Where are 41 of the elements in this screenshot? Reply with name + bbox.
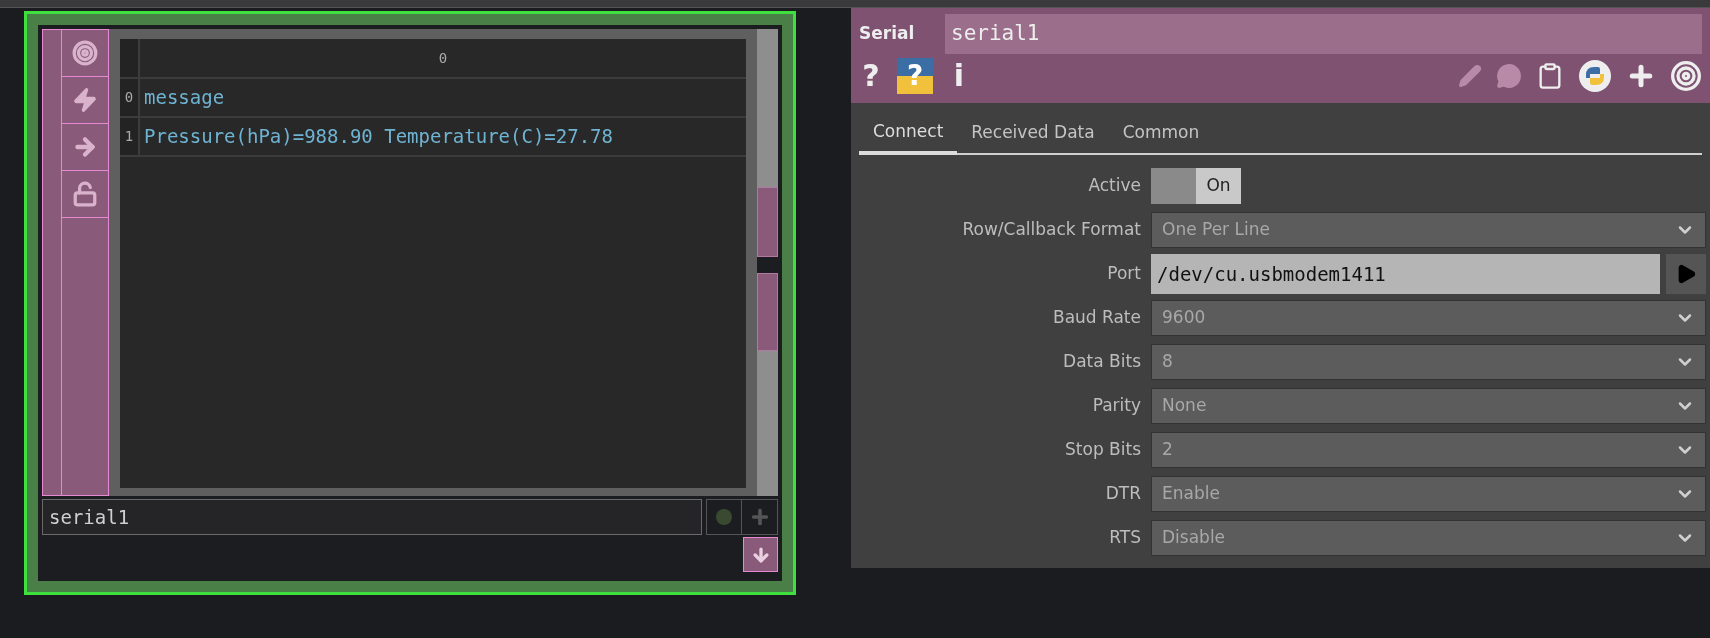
parameter-label: Active xyxy=(1087,174,1142,198)
dropdown-menu[interactable]: None xyxy=(1151,388,1706,424)
open-lock-icon[interactable] xyxy=(72,181,98,207)
parameter-label: Port xyxy=(1106,262,1142,286)
pencil-icon[interactable] xyxy=(1458,64,1482,88)
operator-node[interactable]: 0 0 message 1 Pressure(hPa)=988.90 Temperature(C)=27.78 serial1 xyxy=(24,11,796,595)
parameter-label: Row/Callback Format xyxy=(961,218,1142,242)
down-arrow-button[interactable] xyxy=(743,537,778,572)
dropdown-menu[interactable]: Disable xyxy=(1151,520,1706,556)
parameter-label: DTR xyxy=(1104,482,1142,506)
node-name-field[interactable]: serial1 xyxy=(42,499,702,535)
dropdown-menu[interactable]: 2 xyxy=(1151,432,1706,468)
speech-bubble-icon[interactable] xyxy=(1496,63,1522,89)
column-header: 0 xyxy=(437,48,449,68)
row-index: 1 xyxy=(120,118,140,155)
parameter-label: Stop Bits xyxy=(1064,438,1142,462)
operator-name-field[interactable]: serial1 xyxy=(945,14,1702,54)
dropdown-menu[interactable]: 9600 xyxy=(1151,300,1706,336)
target-icon[interactable] xyxy=(72,40,98,66)
scrollbar[interactable] xyxy=(757,29,778,496)
parameter-label: RTS xyxy=(1108,526,1142,550)
play-button[interactable] xyxy=(1666,254,1706,294)
operator-type-label: Serial xyxy=(859,22,916,46)
table-cell-text: Pressure(hPa)=988.90 Temperature(C)=27.78 xyxy=(143,124,614,150)
corner-cell xyxy=(120,39,140,77)
table-cell-text: message xyxy=(143,85,226,111)
tab[interactable]: Common xyxy=(1108,113,1214,153)
two-tone-circle-icon[interactable] xyxy=(1578,59,1612,93)
lightning-icon[interactable] xyxy=(72,87,98,113)
row-index: 0 xyxy=(120,79,140,116)
help-button[interactable]: i xyxy=(947,58,971,94)
parameter-label: Data Bits xyxy=(1062,350,1142,374)
parameter-label: Baud Rate xyxy=(1051,306,1142,330)
dropdown-menu[interactable]: Enable xyxy=(1151,476,1706,512)
help-button[interactable]: ? xyxy=(859,58,883,94)
tab[interactable]: Connect xyxy=(859,113,958,155)
tab[interactable]: Received Data xyxy=(957,113,1109,153)
port-field[interactable]: /dev/cu.usbmodem1411 xyxy=(1151,254,1660,294)
dropdown-menu[interactable]: 8 xyxy=(1151,344,1706,380)
parameter-label: Parity xyxy=(1091,394,1142,418)
dropdown-menu[interactable]: One Per Line xyxy=(1151,212,1706,248)
